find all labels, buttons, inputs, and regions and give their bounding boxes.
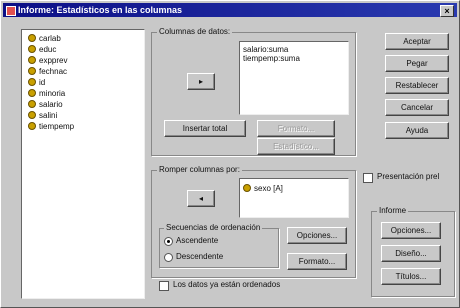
ascending-radio[interactable] bbox=[164, 237, 173, 246]
left-arrow-icon: ◂ bbox=[198, 194, 203, 203]
list-item[interactable]: salini bbox=[28, 111, 57, 121]
report-layout-button[interactable]: Diseño... bbox=[381, 245, 441, 262]
list-item[interactable]: id bbox=[28, 78, 45, 88]
scale-variable-icon bbox=[28, 122, 36, 130]
ascending-label: Ascendente bbox=[176, 236, 219, 245]
list-item[interactable]: carlab bbox=[28, 34, 61, 44]
scale-variable-icon bbox=[28, 67, 36, 75]
close-icon[interactable]: × bbox=[440, 5, 454, 17]
reset-button[interactable]: Restablecer bbox=[385, 77, 449, 94]
list-item[interactable]: expprev bbox=[28, 56, 67, 66]
descending-label: Descendente bbox=[176, 252, 224, 261]
preview-checkbox[interactable] bbox=[363, 173, 373, 183]
paste-button[interactable]: Pegar bbox=[385, 55, 449, 72]
cancel-button[interactable]: Cancelar bbox=[385, 99, 449, 116]
move-to-data-columns-button[interactable]: ▸ bbox=[187, 73, 215, 90]
title-bar: Informe: Estadísticos en las columnas × bbox=[3, 3, 457, 17]
scale-variable-icon bbox=[28, 111, 36, 119]
source-variable-list[interactable]: carlab educ expprev fechnac id minoria s… bbox=[21, 29, 145, 299]
scale-variable-icon bbox=[28, 45, 36, 53]
break-format-button[interactable]: Formato... bbox=[287, 253, 347, 270]
sort-sequence-group bbox=[159, 228, 279, 268]
report-titles-button[interactable]: Títulos... bbox=[381, 268, 441, 285]
data-columns-label: Columnas de datos: bbox=[157, 27, 233, 36]
nominal-variable-icon bbox=[243, 184, 251, 192]
data-format-button[interactable]: Formato... bbox=[257, 120, 335, 137]
scale-variable-icon bbox=[28, 34, 36, 42]
break-columns-label: Romper columnas por: bbox=[157, 165, 242, 174]
scale-variable-icon bbox=[28, 100, 36, 108]
report-label: Informe bbox=[377, 206, 409, 215]
list-item[interactable]: tiempemp:suma bbox=[243, 54, 300, 64]
list-item[interactable]: educ bbox=[28, 45, 56, 55]
window-title: Informe: Estadísticos en las columnas bbox=[18, 5, 183, 15]
app-icon bbox=[6, 6, 16, 16]
scale-variable-icon bbox=[28, 78, 36, 86]
sort-sequence-label: Secuencias de ordenación bbox=[164, 223, 263, 232]
already-sorted-checkbox[interactable] bbox=[159, 281, 169, 291]
right-arrow-icon: ▸ bbox=[198, 77, 203, 86]
scale-variable-icon bbox=[28, 56, 36, 64]
list-item[interactable]: minoria bbox=[28, 89, 65, 99]
list-item[interactable]: salario bbox=[28, 100, 63, 110]
scale-variable-icon bbox=[28, 89, 36, 97]
descending-radio[interactable] bbox=[164, 253, 173, 262]
preview-label: Presentación prel bbox=[377, 172, 440, 181]
list-item[interactable]: sexo [A] bbox=[243, 184, 283, 194]
list-item[interactable]: tiempemp bbox=[28, 122, 74, 132]
report-options-button[interactable]: Opciones... bbox=[381, 222, 441, 239]
insert-total-button[interactable]: Insertar total bbox=[164, 120, 246, 137]
data-columns-list[interactable]: salario:suma tiempemp:suma bbox=[239, 41, 349, 115]
break-columns-list[interactable]: sexo [A] bbox=[239, 178, 349, 218]
already-sorted-label: Los datos ya están ordenados bbox=[173, 280, 281, 289]
list-item[interactable]: fechnac bbox=[28, 67, 67, 77]
data-statistics-button[interactable]: Estadístico... bbox=[257, 138, 335, 155]
accept-button[interactable]: Aceptar bbox=[385, 33, 449, 50]
help-button[interactable]: Ayuda bbox=[385, 122, 449, 139]
break-options-button[interactable]: Opciones... bbox=[287, 227, 347, 244]
move-to-break-columns-button[interactable]: ◂ bbox=[187, 190, 215, 207]
report-dialog: Informe: Estadísticos en las columnas × … bbox=[0, 0, 460, 308]
